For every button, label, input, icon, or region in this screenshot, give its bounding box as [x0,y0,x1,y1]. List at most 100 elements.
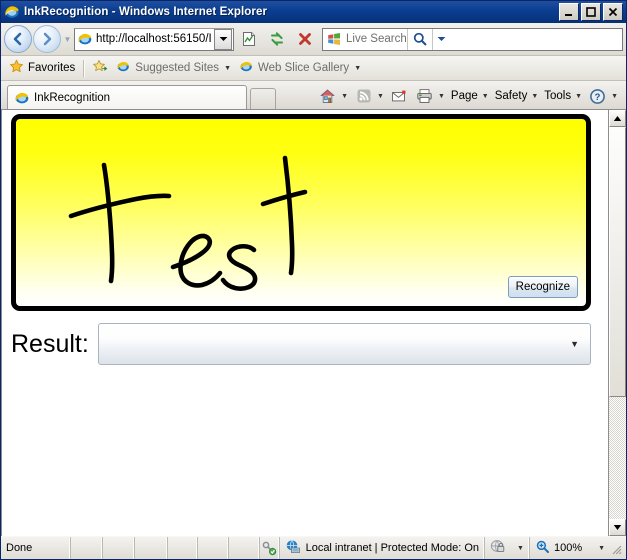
favorites-button[interactable]: Favorites [5,58,79,78]
favorites-item-suggested-sites[interactable]: Suggested Sites ▼ [112,58,235,78]
chevron-down-icon[interactable]: ▼ [611,93,618,100]
privacy-report-icon [490,539,507,557]
command-page[interactable]: Page ▼ [448,85,492,107]
star-icon [9,59,24,77]
internet-zone-icon [285,539,301,558]
tab-inkrecognition[interactable]: InkRecognition [7,85,247,109]
scrollbar-thumb[interactable] [609,127,626,398]
vertical-scrollbar[interactable] [608,110,626,536]
scrollbar-track[interactable] [609,127,626,519]
resize-grip[interactable] [609,542,622,555]
command-page-label: Page [450,90,478,102]
browser-window: InkRecognition - Windows Internet Explor… [0,0,627,560]
favorites-item-web-slice-gallery[interactable]: Web Slice Gallery ▼ [235,58,365,78]
command-read-mail[interactable] [387,85,412,107]
chevron-down-icon[interactable]: ▼ [598,545,605,552]
search-icon[interactable] [406,28,432,50]
chevron-down-icon[interactable]: ▼ [531,93,538,100]
status-bar: Done Local intranet | Protected Mode: On… [1,536,626,559]
window-controls [559,3,624,21]
favorites-item-label: Suggested Sites [135,62,220,74]
chevron-down-icon[interactable]: ▼ [438,93,445,100]
document-body: Recognize Result: ▼ [1,110,608,536]
address-input[interactable]: http://localhost:56150/I [96,33,214,45]
certificate-key-icon[interactable] [260,537,280,559]
command-feeds[interactable]: ▼ [351,85,387,107]
favorites-separator [83,59,86,77]
chevron-down-icon[interactable]: ▼ [377,93,384,100]
stop-button[interactable] [292,27,318,52]
handwriting-strokes [68,155,308,291]
command-bar: ▼ ▼ ▼ Page ▼ Safety ▼ Tools ▼ ? ▼ [315,83,624,109]
title-bar: InkRecognition - Windows Internet Explor… [1,1,626,23]
result-label: Result: [11,329,89,358]
internet-explorer-icon [4,4,20,20]
address-dropdown-button[interactable] [214,28,232,50]
address-bar[interactable]: http://localhost:56150/I [74,27,234,51]
chevron-down-icon[interactable]: ▼ [354,65,361,72]
svg-text:?: ? [595,91,601,102]
command-safety[interactable]: Safety ▼ [492,85,542,107]
status-pane-5 [198,537,230,559]
result-select[interactable]: ▼ [97,323,591,365]
navigation-bar: ▼ http://localhost:56150/I Live Search [1,23,626,56]
ie-page-icon [239,59,254,77]
recognize-button[interactable]: Recognize [507,276,578,298]
chevron-down-icon[interactable]: ▼ [517,545,524,552]
command-print[interactable]: ▼ [412,85,448,107]
command-tools-label: Tools [544,90,572,102]
forward-button[interactable] [33,25,61,53]
back-button[interactable] [4,25,32,53]
privacy-report-button[interactable]: ▼ [485,537,530,559]
refresh-button[interactable] [264,27,290,52]
recognize-button-label: Recognize [515,281,570,293]
chevron-down-icon[interactable]: ▼ [341,93,348,100]
search-input[interactable]: Live Search [346,33,407,45]
chevron-down-icon[interactable]: ▼ [575,93,582,100]
internet-explorer-icon [14,90,30,106]
favorites-item-label: Web Slice Gallery [258,62,350,74]
chevron-down-icon[interactable]: ▼ [570,339,579,349]
command-help[interactable]: ? ▼ [585,85,621,107]
favorites-label: Favorites [28,62,76,74]
status-pane-2 [103,537,136,559]
star-plus-icon [93,59,108,77]
command-home[interactable]: ▼ [315,85,351,107]
security-zone-label: Local intranet | Protected Mode: On [305,542,480,554]
new-tab-button[interactable] [250,88,276,109]
recent-pages-button[interactable]: ▼ [61,35,74,44]
printer-icon [415,87,434,105]
command-tools[interactable]: Tools ▼ [541,85,585,107]
status-pane-4 [168,537,199,559]
window-title: InkRecognition - Windows Internet Explor… [24,6,268,18]
status-pane-6 [229,537,261,559]
status-pane-1 [71,537,104,559]
compatibility-view-button[interactable] [236,27,262,52]
status-text: Done [1,537,71,559]
search-box[interactable]: Live Search [322,27,623,51]
add-to-favorites-bar-button[interactable] [89,58,112,78]
chevron-down-icon[interactable]: ▼ [482,93,489,100]
search-dropdown-button[interactable] [431,28,450,50]
help-icon: ? [588,87,607,105]
rss-icon [354,87,373,105]
windows-logo-icon [326,31,342,47]
page-content-area: Recognize Result: ▼ [1,109,626,536]
security-zone[interactable]: Local intranet | Protected Mode: On [280,537,486,559]
minimize-button[interactable] [559,3,579,21]
chevron-down-icon[interactable]: ▼ [224,65,231,72]
ink-canvas[interactable]: Recognize [11,114,591,311]
favorites-bar: Favorites Suggested Sites ▼ Web Slice Ga… [1,56,626,81]
tab-strip: InkRecognition ▼ ▼ ▼ Page ▼ Safety ▼ Too… [1,81,626,109]
scroll-up-button[interactable] [609,110,626,127]
close-button[interactable] [603,3,623,21]
page-icon [77,31,93,47]
maximize-button[interactable] [581,3,601,21]
zoom-magnifier-icon [535,539,550,557]
command-safety-label: Safety [494,90,528,102]
ie-page-icon [116,59,131,77]
home-icon [318,87,337,105]
scroll-down-button[interactable] [609,519,626,536]
zoom-control[interactable]: 100% ▼ [530,537,626,559]
zoom-level-label: 100% [553,542,583,554]
